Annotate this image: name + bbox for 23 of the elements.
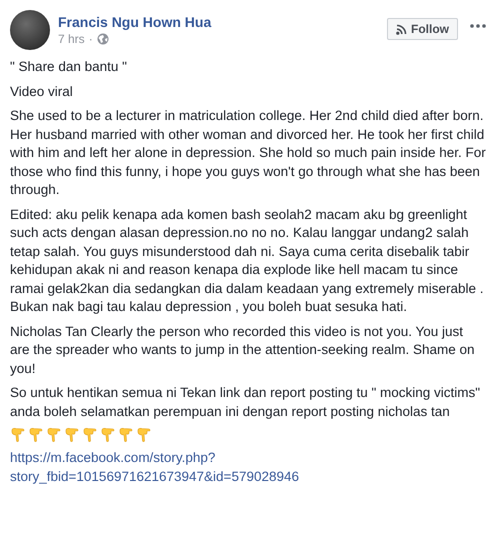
pointing-hand-icon xyxy=(100,427,116,443)
globe-icon xyxy=(96,33,109,45)
pointing-hand-icon xyxy=(46,427,62,443)
pointing-hand-icon xyxy=(28,427,44,443)
separator: · xyxy=(88,32,93,46)
pointing-hand-icon xyxy=(118,427,134,443)
pointing-hand-icon xyxy=(10,427,26,443)
link[interactable]: story_fbid=10156971621673947&id=579028946 xyxy=(10,468,300,486)
avatar[interactable] xyxy=(10,10,50,50)
link[interactable]: https://m.facebook.com/story.php? xyxy=(10,449,216,468)
rss-icon xyxy=(396,24,407,34)
post-paragraph: Nicholas Tan Clearly the person who recorded this video is not you. You just are the spreader who wants to jump in the attention-seeking realm. Shame on you! xyxy=(10,322,476,378)
post-paragraph: " Share dan bantu " xyxy=(10,58,128,76)
post-paragraph: Video viral xyxy=(10,82,74,100)
post-paragraph: Edited: aku pelik kenapa ada komen bash seolah2 macam aku bg greenlight such acts dengan alasan depression.no no no. Kalau langgar undang2 salah tetap salah. You guys misunderstood dah ni. Saya cuma cerita disebalik tabir kehidupan akak ni and reason kenapa dia explode like hell macam tu since ramai gelak2kan dia sedangkan dia dalam keadaan yang extremely miserable . Bukan nak bagi tau kalau depression , you boleh buat sesuka hati. xyxy=(10,206,485,316)
author-name[interactable]: Francis Ngu Hown Hua xyxy=(58,14,379,30)
pointing-hand-icon xyxy=(64,427,80,443)
pointing-hand-icon xyxy=(82,427,98,443)
pointing-hand-icon xyxy=(136,427,152,443)
more-icon[interactable] xyxy=(470,24,486,28)
post-paragraph: She used to be a lecturer in matriculation college. Her 2nd child died after born. Her husband married with other woman and divorced her. He took her first child with him and left her alone in depression. She hold so much pain inside her. For those who find this funny, i hope you guys won't go through what she has been through. xyxy=(10,107,486,199)
follow-button[interactable]: Follow xyxy=(387,18,458,40)
post-paragraph: So untuk hentikan semua ni Tekan link dan report posting tu " mocking victims" anda boleh selamatkan perempuan ini dengan report posting nicholas tan xyxy=(10,384,482,421)
